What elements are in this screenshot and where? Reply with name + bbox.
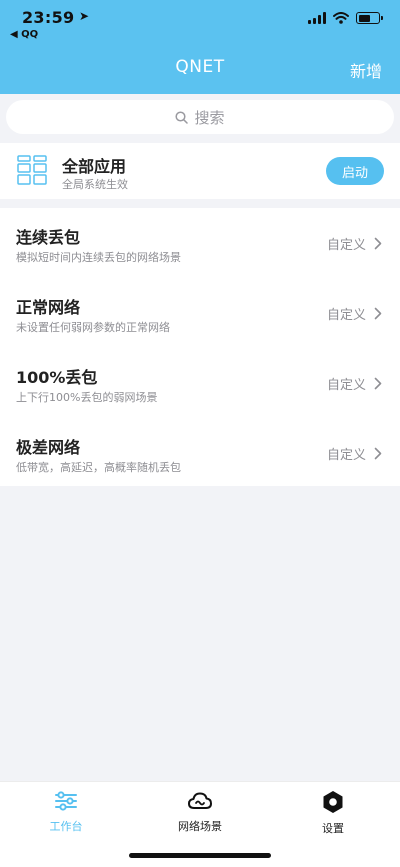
header-bar: 23:59 ➤ ◀ QQ QNET 新增 (0, 0, 400, 94)
scene-description: 上下行100%丢包的弱网场景 (16, 391, 158, 404)
cloud-icon (188, 792, 212, 809)
tab-label: 工作台 (49, 820, 83, 833)
list-item[interactable]: 正常网络 未设置任何弱网参数的正常网络 自定义 (0, 278, 400, 348)
customize-link[interactable]: 自定义 (327, 374, 382, 393)
scene-name: 极差网络 (16, 438, 81, 457)
search-area: 搜索 (0, 94, 400, 138)
status-indicators (308, 12, 383, 24)
chevron-right-icon (374, 447, 382, 460)
all-apps-subtitle: 全局系统生效 (62, 178, 128, 191)
tab-label: 网络场景 (178, 820, 222, 833)
signal-icon (308, 12, 326, 24)
scene-description: 未设置任何弱网参数的正常网络 (16, 321, 170, 334)
wifi-icon (333, 12, 349, 24)
scene-name: 连续丢包 (16, 228, 81, 247)
status-bar: 23:59 ➤ ◀ QQ (0, 0, 400, 44)
chevron-right-icon (374, 377, 382, 390)
customize-link[interactable]: 自定义 (327, 234, 382, 253)
scene-name: 正常网络 (16, 298, 81, 317)
chevron-right-icon (374, 307, 382, 320)
search-icon (175, 110, 189, 124)
location-arrow-icon: ➤ (79, 9, 90, 23)
tab-workbench[interactable]: 工作台 (16, 790, 116, 834)
customize-link[interactable]: 自定义 (327, 304, 382, 323)
customize-link[interactable]: 自定义 (327, 444, 382, 463)
home-indicator (129, 853, 271, 858)
hexagon-gear-icon (323, 791, 343, 813)
status-time: 23:59 (22, 8, 75, 27)
chevron-right-icon (374, 237, 382, 250)
scene-name: 100%丢包 (16, 368, 98, 387)
search-input[interactable]: 搜索 (6, 100, 394, 134)
customize-label: 自定义 (326, 448, 366, 463)
page-title: QNET (175, 57, 225, 77)
list-item[interactable]: 100%丢包 上下行100%丢包的弱网场景 自定义 (0, 348, 400, 418)
customize-label: 自定义 (326, 378, 366, 393)
add-button[interactable]: 新增 (350, 58, 382, 82)
sliders-icon (55, 791, 77, 811)
battery-icon (356, 12, 383, 24)
list-item[interactable]: 连续丢包 模拟短时间内连续丢包的网络场景 自定义 (0, 208, 400, 278)
search-placeholder: 搜索 (194, 108, 225, 127)
all-apps-title: 全部应用 (62, 157, 127, 176)
back-to-app-link[interactable]: ◀ QQ (10, 29, 38, 40)
all-apps-row: 全部应用 全局系统生效 启动 (0, 143, 400, 199)
tab-label: 设置 (322, 822, 344, 835)
scene-description: 低带宽，高延迟，高概率随机丢包 (16, 461, 181, 474)
start-button[interactable]: 启动 (326, 157, 384, 185)
scene-description: 模拟短时间内连续丢包的网络场景 (16, 251, 181, 264)
scene-list: 连续丢包 模拟短时间内连续丢包的网络场景 自定义 正常网络 未设置任何弱网参数的… (0, 208, 400, 486)
tab-network-scenes[interactable]: 网络场景 (150, 790, 250, 834)
customize-label: 自定义 (326, 308, 366, 323)
tab-settings[interactable]: 设置 (283, 790, 383, 836)
list-item[interactable]: 极差网络 低带宽，高延迟，高概率随机丢包 自定义 (0, 418, 400, 488)
app-grid-icon (17, 155, 47, 185)
customize-label: 自定义 (326, 238, 366, 253)
